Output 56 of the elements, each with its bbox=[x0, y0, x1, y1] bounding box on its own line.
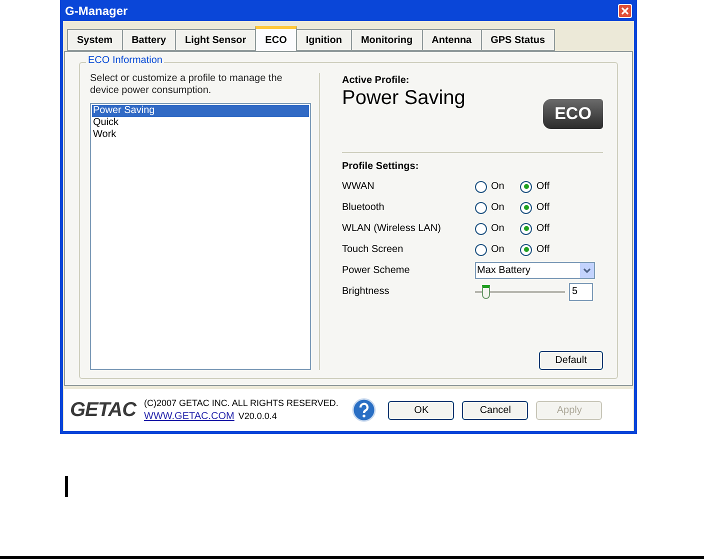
active-profile-label: Active Profile: bbox=[342, 75, 410, 87]
tab[interactable]: ECO bbox=[255, 26, 297, 51]
radio-button[interactable] bbox=[475, 244, 487, 256]
settings-title: Profile Settings: bbox=[342, 160, 420, 174]
setting-label: WWAN bbox=[342, 180, 376, 194]
brand-logo: GETAC bbox=[70, 398, 136, 423]
description-text: Select or customize a profile to manage the device power consumption. bbox=[90, 73, 284, 97]
brightness-slider[interactable] bbox=[475, 284, 565, 298]
dialog-button[interactable]: Cancel bbox=[462, 400, 528, 420]
brightness-value[interactable]: 5 bbox=[569, 282, 593, 300]
active-profile-name: Power Saving bbox=[342, 87, 466, 109]
setting-label: Brightness bbox=[342, 285, 390, 299]
close-icon bbox=[621, 6, 629, 14]
profile-item[interactable]: Power Saving bbox=[92, 105, 309, 117]
power-scheme-dropdown[interactable]: Max Battery bbox=[475, 262, 595, 279]
radio-button[interactable] bbox=[520, 244, 532, 256]
option-label: On bbox=[491, 180, 504, 194]
setting-label: Touch Screen bbox=[342, 243, 404, 257]
setting-label: Power Scheme bbox=[342, 264, 411, 278]
setting-label: Bluetooth bbox=[342, 201, 386, 215]
profile-item[interactable]: Quick bbox=[92, 117, 309, 129]
setting-label: WLAN (Wireless LAN) bbox=[342, 222, 442, 236]
tab[interactable]: Ignition bbox=[296, 29, 352, 51]
tab[interactable]: Light Sensor bbox=[175, 29, 256, 51]
group-title: ECO Information bbox=[86, 56, 164, 66]
website-link[interactable]: WWW.GETAC.COM bbox=[144, 410, 234, 423]
option-label: On bbox=[491, 243, 504, 257]
close-button[interactable] bbox=[618, 4, 632, 18]
default-button[interactable]: Default bbox=[539, 351, 603, 370]
radio-button[interactable] bbox=[520, 180, 532, 192]
option-label: Off bbox=[536, 243, 550, 257]
copyright-text: (C)2007 GETAC INC. ALL RIGHTS RESERVED. bbox=[144, 397, 338, 410]
tab[interactable]: Battery bbox=[122, 29, 176, 51]
dialog-button[interactable]: OK bbox=[388, 400, 454, 420]
radio-button[interactable] bbox=[475, 222, 487, 234]
option-label: Off bbox=[536, 222, 550, 236]
option-label: Off bbox=[536, 201, 550, 215]
version-text: V20.0.0.4 bbox=[238, 410, 277, 423]
radio-button[interactable] bbox=[475, 180, 487, 192]
profile-item[interactable]: Work bbox=[92, 129, 309, 141]
tab[interactable]: Monitoring bbox=[350, 29, 423, 51]
logo-text: ECO bbox=[554, 103, 592, 126]
help-icon[interactable] bbox=[352, 398, 376, 422]
radio-button[interactable] bbox=[520, 222, 532, 234]
tab[interactable]: System bbox=[67, 29, 123, 51]
tab[interactable]: GPS Status bbox=[480, 29, 556, 51]
option-label: On bbox=[491, 222, 504, 236]
slider-thumb[interactable] bbox=[482, 284, 490, 298]
option-label: On bbox=[491, 201, 504, 215]
window-title: G-Manager bbox=[65, 2, 128, 20]
radio-button[interactable] bbox=[475, 202, 487, 214]
option-label: Off bbox=[536, 180, 550, 194]
chevron-icon bbox=[583, 268, 591, 274]
dropdown-value: Max Battery bbox=[476, 264, 530, 278]
tab[interactable]: Antenna bbox=[422, 29, 482, 51]
radio-button[interactable] bbox=[520, 202, 532, 214]
